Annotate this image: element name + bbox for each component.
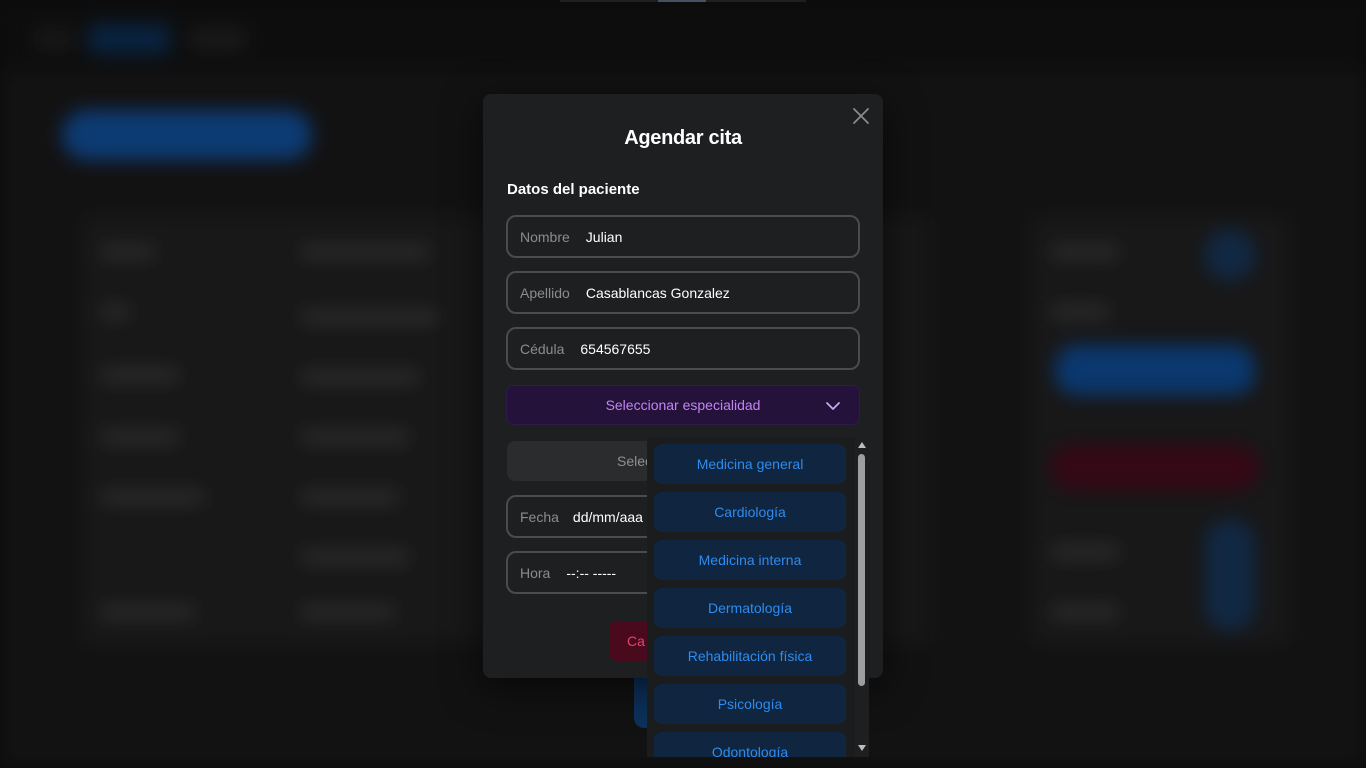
dropdown-option[interactable]: Medicina interna <box>654 540 846 580</box>
dropdown-option[interactable]: Odontología <box>654 732 846 757</box>
apellido-value[interactable]: Casablancas Gonzalez <box>586 285 730 301</box>
fecha-label: Fecha <box>520 508 559 525</box>
scroll-down-icon[interactable] <box>858 745 866 751</box>
scroll-up-icon[interactable] <box>858 442 866 448</box>
hora-label: Hora <box>520 564 551 581</box>
fecha-value[interactable]: dd/mm/aaa <box>573 509 643 525</box>
scrollbar-thumb[interactable] <box>858 454 865 686</box>
modal-title: Agendar cita <box>624 127 742 149</box>
dropdown-option[interactable]: Rehabilitación física <box>654 636 846 676</box>
hora-value[interactable]: --:-- ----- <box>566 565 616 581</box>
cedula-value[interactable]: 654567655 <box>580 341 650 357</box>
dropdown-option[interactable]: Dermatología <box>654 588 846 628</box>
nombre-label: Nombre <box>520 228 570 245</box>
cancel-button-label: Ca <box>627 633 645 649</box>
especialidad-select-label: Seleccionar especialidad <box>605 397 761 413</box>
dropdown-option[interactable]: Medicina general <box>654 444 846 484</box>
dropdown-scrollbar[interactable] <box>855 437 869 757</box>
nombre-value[interactable]: Julian <box>586 229 623 245</box>
nombre-field[interactable]: Nombre Julian <box>506 215 860 258</box>
cedula-label: Cédula <box>520 340 565 357</box>
dropdown-option[interactable]: Cardiología <box>654 492 846 532</box>
especialidad-select[interactable]: Seleccionar especialidad <box>506 385 860 425</box>
close-icon[interactable] <box>849 104 873 128</box>
apellido-label: Apellido <box>520 284 570 301</box>
section-title: Datos del paciente <box>507 181 640 198</box>
dropdown-option[interactable]: Psicología <box>654 684 846 724</box>
cedula-field[interactable]: Cédula 654567655 <box>506 327 860 370</box>
especialidad-dropdown[interactable]: Medicina general Cardiología Medicina in… <box>647 437 869 757</box>
apellido-field[interactable]: Apellido Casablancas Gonzalez <box>506 271 860 314</box>
chevron-down-icon <box>826 402 840 410</box>
